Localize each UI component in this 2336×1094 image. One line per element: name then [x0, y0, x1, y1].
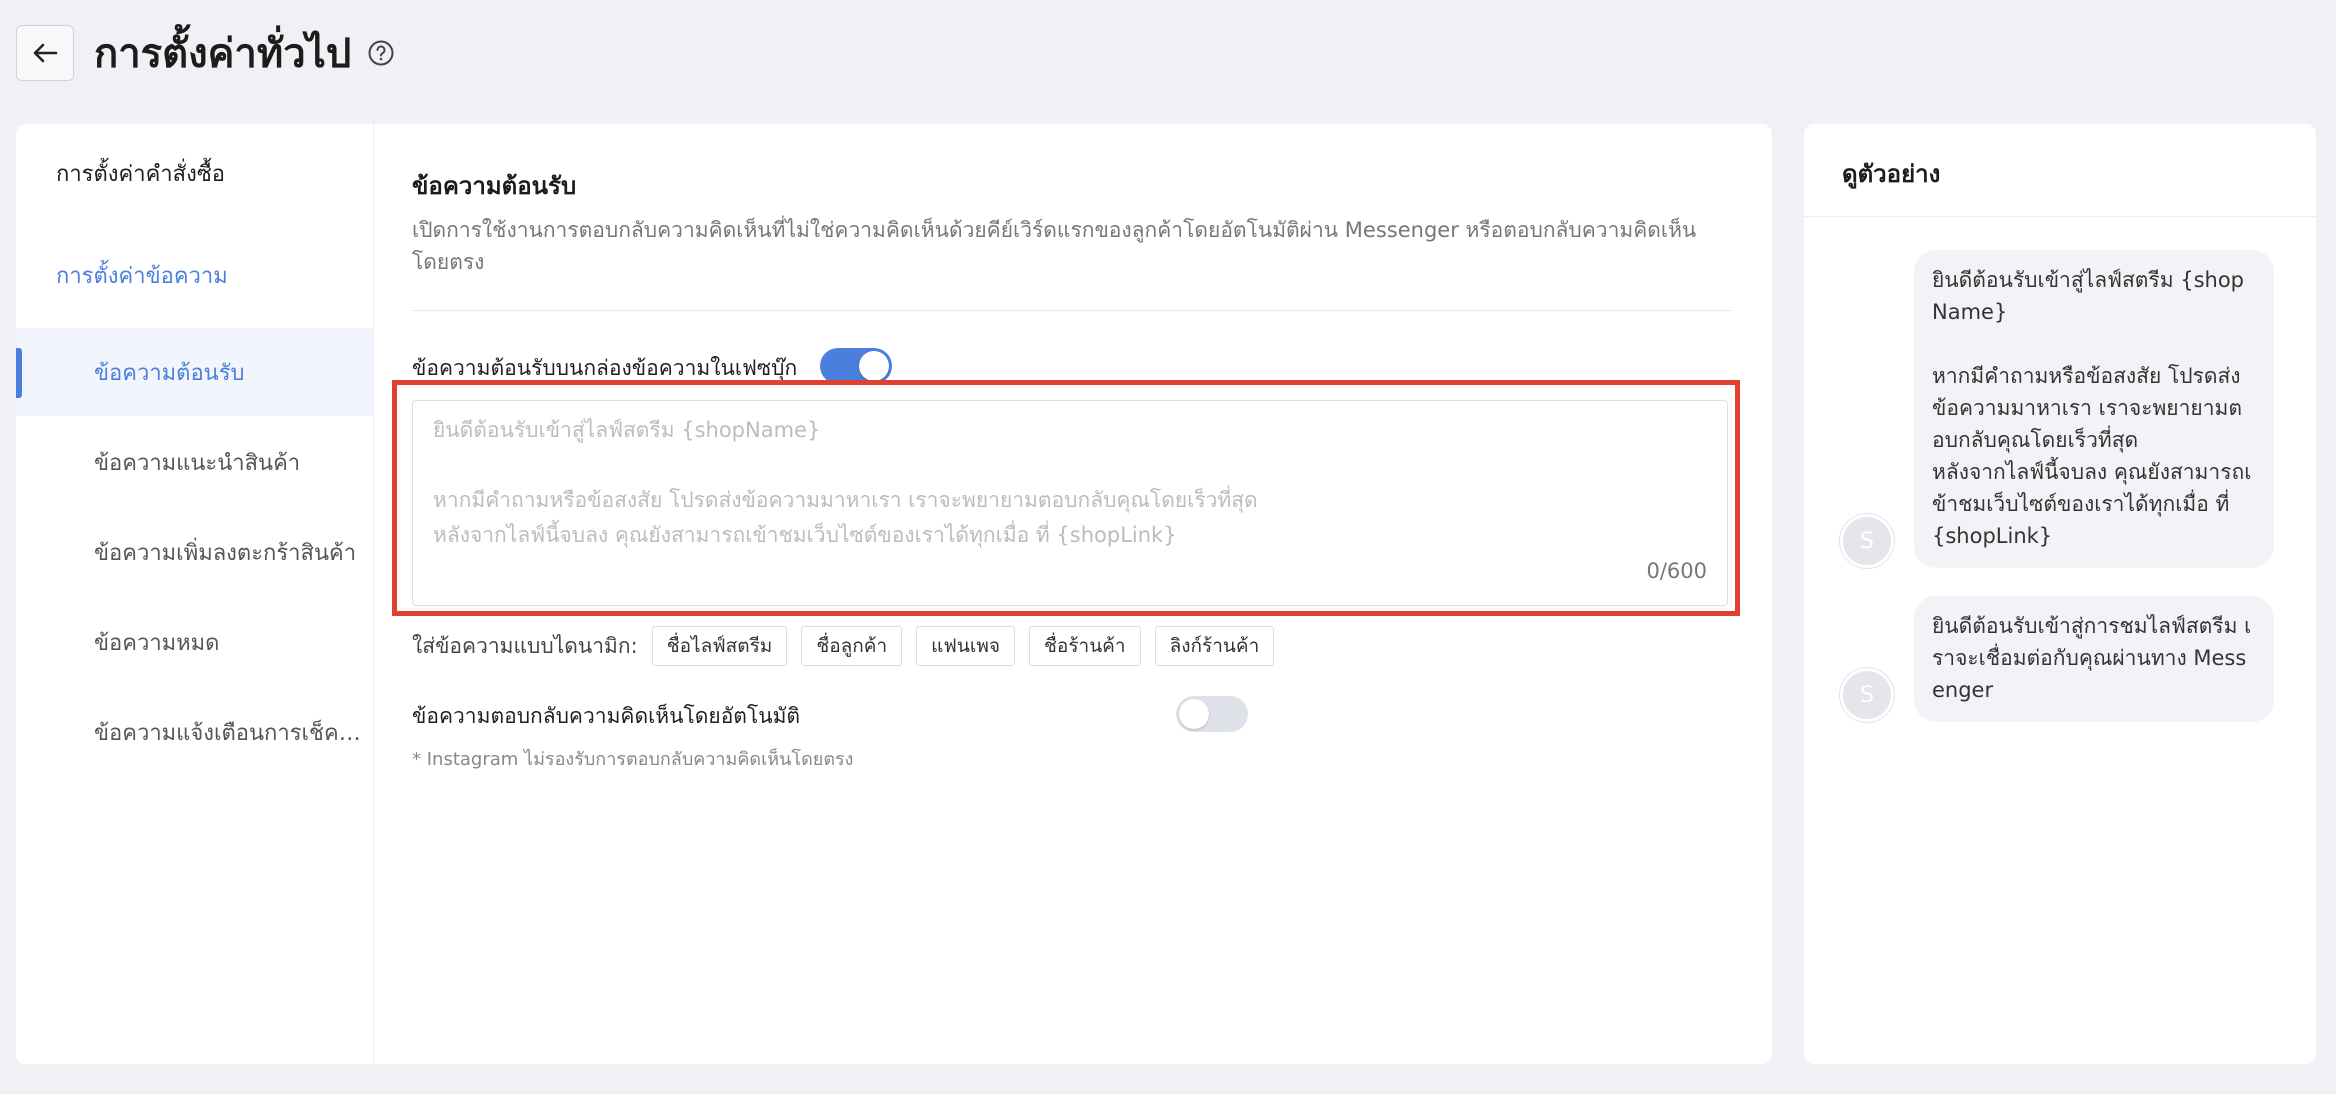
divider — [1804, 216, 2316, 217]
sidebar-item-label: ข้อความหมด — [94, 630, 220, 656]
help-icon[interactable] — [367, 39, 395, 67]
dynamic-message-row: ใส่ข้อความแบบไดนามิก: ชื่อไลฟ์สตรีม ชื่อ… — [412, 624, 1288, 668]
textarea-placeholder: ยินดีต้อนรับเข้าสู่ไลฟ์สตรีม {shopName} … — [433, 418, 1258, 547]
settings-card: การตั้งค่าคำสั่งซื้อ การตั้งค่าข้อความ ข… — [16, 124, 1772, 1064]
sidebar-item-label: ข้อความแนะนำสินค้า — [94, 450, 301, 476]
section-title: ข้อความต้อนรับ — [412, 172, 577, 200]
welcome-message-textarea[interactable]: ยินดีต้อนรับเข้าสู่ไลฟ์สตรีม {shopName} … — [412, 400, 1728, 606]
toggle-knob — [859, 351, 889, 381]
preview-message: S ยินดีต้อนรับเข้าสู่การชมไลฟ์สตรีม เราจ… — [1840, 596, 2274, 722]
sidebar-item-checkout-reminder[interactable]: ข้อความแจ้งเตือนการเช็คเอาท์ — [16, 688, 373, 776]
sidebar: การตั้งค่าคำสั่งซื้อ การตั้งค่าข้อความ ข… — [16, 124, 374, 1064]
preview-card: ดูตัวอย่าง S ยินดีต้อนรับเข้าสู่ไลฟ์สตรี… — [1804, 124, 2316, 1064]
preview-title: ดูตัวอย่าง — [1842, 160, 1941, 188]
tag-shop-link[interactable]: ลิงก์ร้านค้า — [1154, 626, 1275, 666]
sidebar-item-product-recommendation[interactable]: ข้อความแนะนำสินค้า — [16, 418, 373, 506]
toggle-knob — [1179, 699, 1209, 729]
page-title: การตั้งค่าทั่วไป — [94, 31, 352, 77]
sidebar-item-welcome-message[interactable]: ข้อความต้อนรับ — [16, 328, 373, 416]
sidebar-group-message-settings[interactable]: การตั้งค่าข้อความ — [56, 258, 228, 293]
tag-livestream-name[interactable]: ชื่อไลฟ์สตรีม — [651, 626, 788, 666]
sidebar-group-order-settings[interactable]: การตั้งค่าคำสั่งซื้อ — [56, 156, 225, 191]
tag-shop-name[interactable]: ชื่อร้านค้า — [1029, 626, 1141, 666]
sidebar-item-label: ข้อความเพิ่มลงตะกร้าสินค้า — [94, 540, 357, 566]
tag-fanpage[interactable]: แฟนเพจ — [916, 626, 1016, 666]
section-description: เปิดการใช้งานการตอบกลับความคิดเห็นที่ไม่… — [412, 218, 1697, 274]
instagram-footnote: * Instagram ไม่รองรับการตอบกลับความคิดเห… — [412, 749, 854, 770]
tag-customer-name[interactable]: ชื่อลูกค้า — [801, 626, 903, 666]
welcome-message-panel: ข้อความต้อนรับ เปิดการใช้งานการตอบกลับคว… — [374, 124, 1772, 1064]
char-count: 0/600 — [1646, 559, 1707, 583]
sidebar-item-add-to-cart[interactable]: ข้อความเพิ่มลงตะกร้าสินค้า — [16, 508, 373, 596]
message-bubble: ยินดีต้อนรับเข้าสู่ไลฟ์สตรีม {shopName} … — [1914, 250, 2274, 568]
sidebar-item-out-of-stock[interactable]: ข้อความหมด — [16, 598, 373, 686]
avatar: S — [1840, 668, 1894, 722]
sidebar-item-label: ข้อความแจ้งเตือนการเช็คเอาท์ — [94, 720, 364, 746]
auto-reply-toggle[interactable] — [1176, 696, 1248, 732]
preview-message: S ยินดีต้อนรับเข้าสู่ไลฟ์สตรีม {shopName… — [1840, 250, 2274, 568]
sidebar-item-label: ข้อความต้อนรับ — [94, 360, 245, 386]
message-bubble: ยินดีต้อนรับเข้าสู่การชมไลฟ์สตรีม เราจะเ… — [1914, 596, 2274, 722]
arrow-left-icon — [33, 43, 58, 63]
avatar: S — [1840, 514, 1894, 568]
auto-reply-toggle-label: ข้อความตอบกลับความคิดเห็นโดยอัตโนมัติ — [412, 704, 801, 728]
back-button[interactable] — [16, 25, 74, 81]
divider — [412, 310, 1732, 311]
dynamic-message-label: ใส่ข้อความแบบไดนามิก: — [412, 633, 638, 658]
facebook-welcome-toggle[interactable] — [820, 348, 892, 384]
page-header: การตั้งค่าทั่วไป — [16, 24, 395, 82]
